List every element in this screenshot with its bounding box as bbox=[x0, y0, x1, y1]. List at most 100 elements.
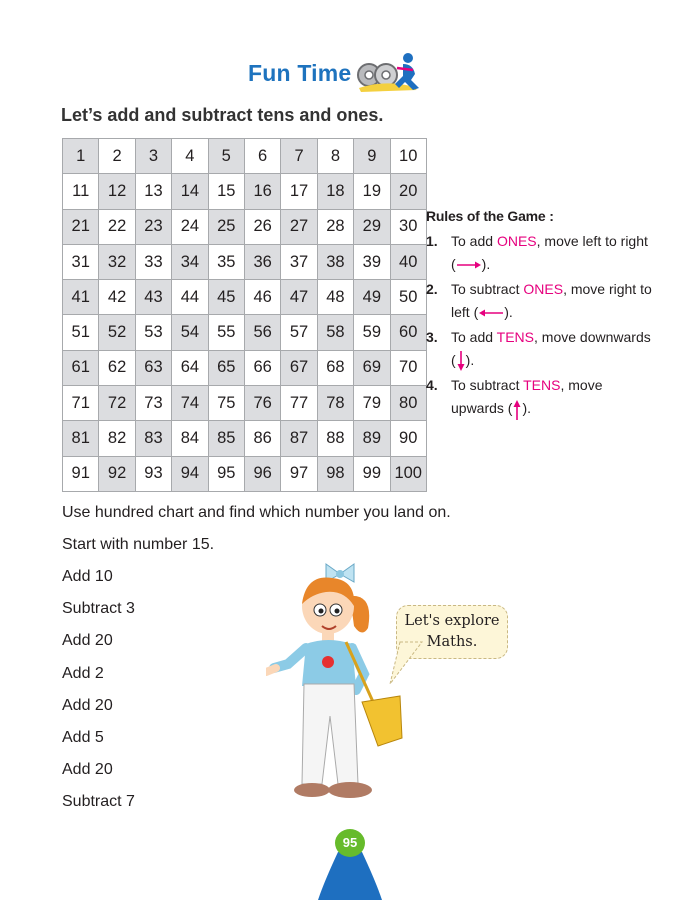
rule-keyword: ONES bbox=[496, 233, 537, 249]
chart-cell: 33 bbox=[134, 243, 173, 281]
rule-item: 4. To subtract TENS, move upwards (). bbox=[426, 374, 676, 420]
chart-cell: 35 bbox=[207, 243, 245, 281]
fun-time-logo-icon bbox=[357, 53, 420, 92]
rule-number: 3. bbox=[426, 329, 438, 345]
rule-item: 1. To add ONES, move left to right (). bbox=[426, 230, 676, 276]
chart-cell: 41 bbox=[61, 279, 100, 316]
rules-panel: Rules of the Game : 1. To add ONES, move… bbox=[426, 208, 676, 423]
step-item: Subtract 7 bbox=[62, 793, 135, 811]
chart-cell: 68 bbox=[316, 349, 355, 387]
rule-text: To subtract TENS, move upwards (). bbox=[451, 374, 656, 420]
chart-cell: 82 bbox=[98, 420, 136, 457]
chart-cell: 48 bbox=[316, 279, 355, 316]
chart-cell: 53 bbox=[134, 314, 173, 351]
chart-cell: 54 bbox=[171, 314, 209, 351]
arrow-left-icon bbox=[479, 309, 504, 317]
chart-cell: 78 bbox=[316, 385, 355, 422]
chart-row: 71 72 73 74 75 76 77 78 79 80 bbox=[61, 385, 427, 422]
chart-cell: 44 bbox=[171, 279, 209, 316]
rule-text-pre: To add bbox=[451, 233, 497, 249]
chart-cell: 89 bbox=[353, 420, 391, 457]
chart-cell: 66 bbox=[243, 349, 282, 387]
chart-cell: 49 bbox=[353, 279, 391, 316]
chart-row: 61 62 63 64 65 66 67 68 69 70 bbox=[61, 349, 427, 387]
chart-cell: 27 bbox=[280, 208, 318, 245]
chart-cell: 36 bbox=[243, 243, 282, 281]
rule-text-pre: To subtract bbox=[451, 281, 524, 297]
arrow-right-icon bbox=[456, 261, 481, 269]
chart-cell: 76 bbox=[243, 385, 282, 422]
chart-cell: 23 bbox=[134, 208, 173, 245]
chart-cell: 18 bbox=[316, 173, 355, 210]
chart-cell: 15 bbox=[207, 173, 245, 210]
chart-cell: 28 bbox=[316, 208, 355, 245]
chart-cell: 39 bbox=[353, 243, 391, 281]
chart-cell: 56 bbox=[243, 314, 282, 351]
chart-cell: 93 bbox=[134, 455, 173, 492]
chart-cell: 46 bbox=[243, 279, 282, 316]
step-item: Add 20 bbox=[62, 696, 113, 714]
page-number-badge: 95 bbox=[335, 829, 365, 857]
chart-cell: 26 bbox=[243, 208, 282, 245]
chart-cell: 61 bbox=[61, 349, 100, 387]
chart-cell: 92 bbox=[98, 455, 136, 492]
chart-cell: 87 bbox=[280, 420, 318, 457]
chart-row: 11 12 13 14 15 16 17 18 19 20 bbox=[61, 173, 427, 210]
chart-row: 51 52 53 54 55 56 57 58 59 60 bbox=[61, 314, 427, 351]
chart-cell: 97 bbox=[280, 455, 318, 492]
chart-cell: 34 bbox=[171, 243, 209, 281]
chart-cell: 60 bbox=[389, 314, 427, 351]
chart-cell: 83 bbox=[134, 420, 173, 457]
chart-cell: 43 bbox=[134, 279, 173, 316]
instruction-text: Use hundred chart and find which number … bbox=[62, 504, 451, 521]
chart-cell: 71 bbox=[61, 385, 100, 422]
chart-row: 41 42 43 44 45 46 47 48 49 50 bbox=[61, 279, 427, 316]
chart-cell: 3 bbox=[134, 137, 173, 175]
chart-cell: 20 bbox=[389, 173, 427, 210]
rule-text: To add TENS, move downwards (). bbox=[451, 326, 656, 372]
chart-cell: 7 bbox=[280, 137, 318, 175]
chart-cell: 50 bbox=[389, 279, 427, 316]
rule-number: 1. bbox=[426, 233, 438, 249]
rule-number: 2. bbox=[426, 281, 438, 297]
chart-cell: 24 bbox=[171, 208, 209, 245]
chart-cell: 63 bbox=[134, 349, 173, 387]
chart-cell: 65 bbox=[207, 349, 245, 387]
chart-cell: 6 bbox=[243, 137, 282, 175]
chart-cell: 81 bbox=[61, 420, 100, 457]
chart-cell: 96 bbox=[243, 455, 282, 492]
chart-cell: 98 bbox=[316, 455, 355, 492]
chart-cell: 80 bbox=[389, 385, 427, 422]
chart-cell: 70 bbox=[389, 349, 427, 387]
rule-keyword: TENS bbox=[523, 377, 561, 394]
chart-cell: 2 bbox=[98, 137, 136, 175]
step-list: Add 10 Subtract 3 Add 20 Add 2 Add 20 Ad… bbox=[62, 566, 135, 824]
chart-cell: 21 bbox=[61, 208, 100, 245]
chart-row: 91 92 93 94 95 96 97 98 99 100 bbox=[61, 455, 427, 492]
arrow-down-icon bbox=[457, 351, 465, 372]
rule-keyword: TENS bbox=[496, 329, 535, 345]
chart-cell: 42 bbox=[98, 279, 136, 316]
chart-cell: 51 bbox=[61, 314, 100, 351]
section-heading: Let’s add and subtract tens and ones. bbox=[61, 105, 384, 125]
chart-cell: 52 bbox=[98, 314, 136, 351]
chart-cell: 74 bbox=[171, 385, 209, 422]
rule-number: 4. bbox=[426, 377, 438, 394]
chart-cell: 38 bbox=[316, 243, 355, 281]
rule-text-pre: To subtract bbox=[451, 377, 524, 394]
chart-cell: 9 bbox=[353, 137, 391, 175]
chart-cell: 4 bbox=[171, 137, 209, 175]
chart-cell: 12 bbox=[98, 173, 136, 210]
step-item: Add 20 bbox=[62, 632, 113, 650]
header-title: Fun Time bbox=[248, 59, 352, 86]
rule-keyword: ONES bbox=[523, 281, 564, 297]
chart-cell: 62 bbox=[98, 349, 136, 387]
chart-cell: 45 bbox=[207, 279, 245, 316]
chart-row: 31 32 33 34 35 36 37 38 39 40 bbox=[61, 243, 427, 281]
rule-item: 2. To subtract ONES, move right to left … bbox=[426, 278, 676, 324]
chart-cell: 40 bbox=[389, 243, 427, 281]
chart-cell: 94 bbox=[171, 455, 209, 492]
rule-text-post: ). bbox=[481, 256, 491, 272]
rule-text: To add ONES, move left to right (). bbox=[451, 230, 656, 276]
chart-cell: 37 bbox=[280, 243, 318, 281]
